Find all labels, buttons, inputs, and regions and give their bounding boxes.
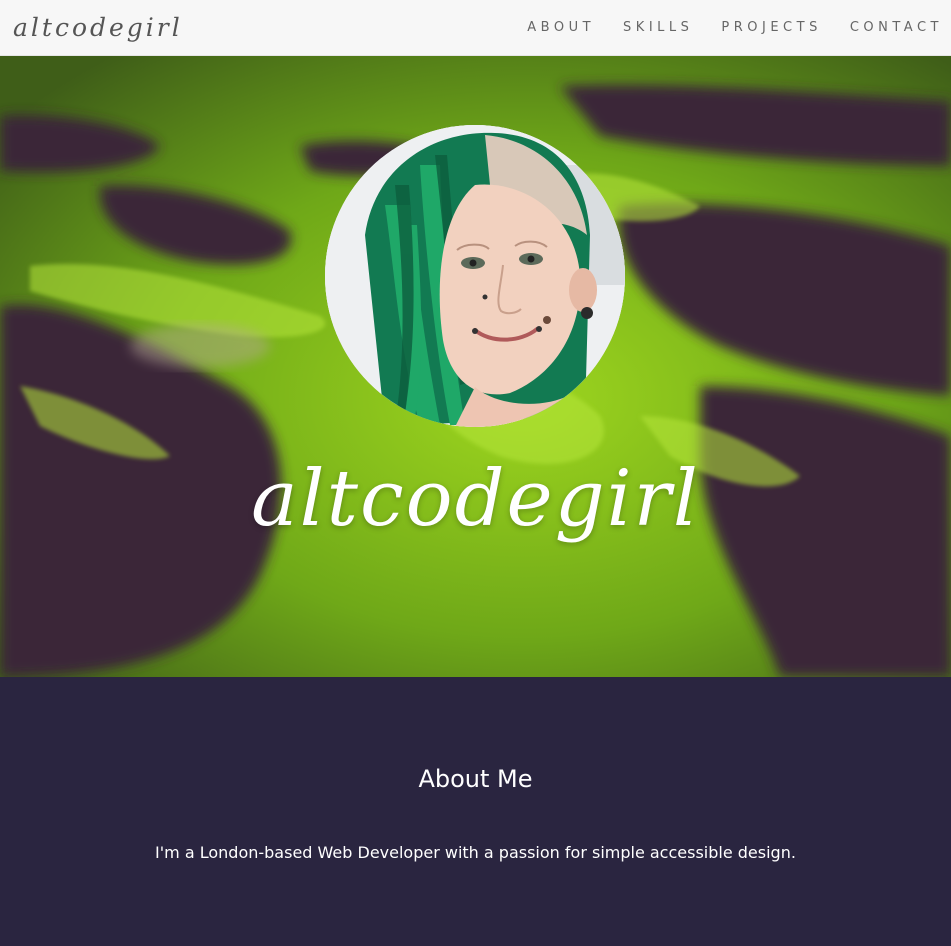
brand-logo-link[interactable]: altcodegirl (13, 13, 183, 42)
nav-link-contact[interactable]: CONTACT (850, 20, 943, 35)
nav-link-skills[interactable]: SKILLS (623, 20, 693, 35)
nav-links: ABOUT SKILLS PROJECTS CONTACT (499, 20, 943, 35)
about-heading: About Me (418, 765, 533, 793)
hero-banner: altcodegirl (0, 56, 951, 677)
about-section: About Me I'm a London-based Web Develope… (0, 677, 951, 946)
nav-link-projects[interactable]: PROJECTS (721, 20, 821, 35)
hero-title: altcodegirl (251, 454, 700, 544)
about-text: I'm a London-based Web Developer with a … (155, 843, 796, 862)
nav-link-about[interactable]: ABOUT (527, 20, 595, 35)
profile-avatar (325, 125, 625, 427)
navbar: altcodegirl ABOUT SKILLS PROJECTS CONTAC… (0, 0, 951, 56)
